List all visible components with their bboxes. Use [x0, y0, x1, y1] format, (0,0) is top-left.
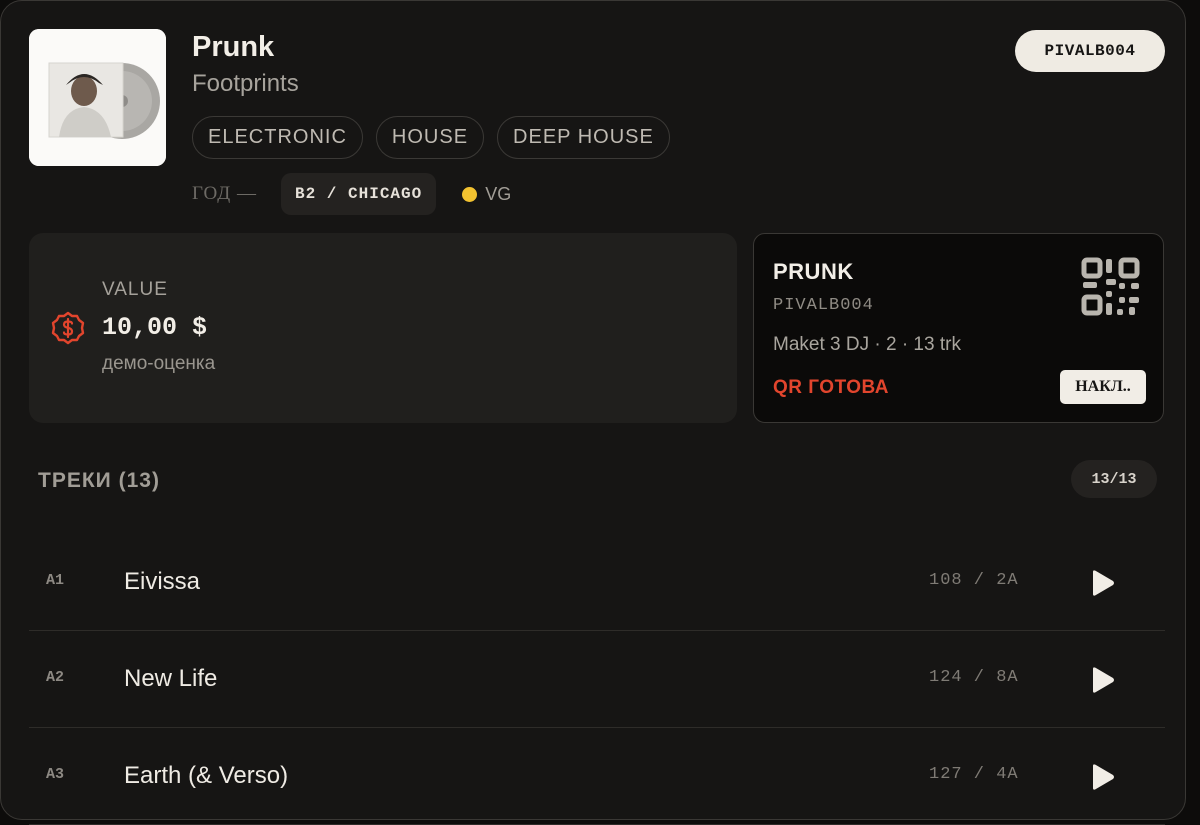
tracks-heading: ТРЕКИ (13): [38, 469, 160, 492]
dollar-coin-icon: [51, 311, 85, 345]
value-note: демо-оценка: [102, 353, 216, 374]
track-list: A1 Eivissa 108 / 2A A2 New Life 124 / 8A…: [29, 534, 1165, 825]
qr-code-icon: [1081, 257, 1140, 316]
condition-indicator: VG: [462, 184, 511, 205]
release-card: Prunk Footprints PIVALB004 ELECTRONIC HO…: [0, 0, 1186, 825]
genre-tag[interactable]: ELECTRONIC: [192, 116, 363, 159]
track-bpm-key: 108 / 2A: [929, 571, 1019, 590]
qr-status: QR ГОТОВА: [773, 377, 889, 398]
track-position: A2: [46, 669, 65, 686]
album-cover-image: [29, 29, 166, 166]
value-amount: 10,00 $: [102, 313, 208, 342]
label-artist: PRUNK: [773, 259, 854, 284]
album-cover[interactable]: [29, 29, 166, 166]
track-title: Eivissa: [124, 568, 201, 595]
condition-dot-icon: [462, 186, 478, 202]
track-row[interactable]: A1 Eivissa 108 / 2A: [29, 534, 1165, 631]
track-title: Earth (& Verso): [124, 762, 289, 789]
release-meta: ГОД — B2 / CHICAGO VG: [192, 173, 511, 215]
genre-tag[interactable]: DEEP HOUSE: [497, 116, 670, 159]
track-position: A1: [46, 572, 65, 589]
label-description: Maket 3 DJ · 2 · 13 trk: [773, 334, 961, 355]
value-label: VALUE: [102, 279, 168, 300]
track-bpm-key: 124 / 8A: [929, 668, 1019, 687]
condition-grade: VG: [485, 183, 512, 204]
track-bpm-key: 127 / 4A: [929, 765, 1019, 784]
record-label-badge[interactable]: B2 / CHICAGO: [281, 173, 437, 215]
play-icon[interactable]: [1087, 762, 1117, 792]
album-title: Footprints: [192, 70, 299, 97]
label-catalog: PIVALB004: [773, 296, 874, 315]
label-preview-card[interactable]: PRUNK PIVALB004 Maket 3 DJ · 2 · 13 trk …: [753, 233, 1164, 423]
genre-tags: ELECTRONIC HOUSE DEEP HOUSE: [192, 116, 670, 159]
play-icon[interactable]: [1087, 568, 1117, 598]
track-title: New Life: [124, 665, 218, 692]
play-icon[interactable]: [1087, 665, 1117, 695]
artist-name: Prunk: [192, 31, 275, 63]
print-label-button[interactable]: НАКЛ..: [1060, 370, 1146, 404]
value-panel: VALUE 10,00 $ демо-оценка: [29, 233, 737, 423]
catalog-number-badge[interactable]: PIVALB004: [1015, 30, 1165, 72]
track-row[interactable]: A3 Earth (& Verso) 127 / 4A: [29, 728, 1165, 825]
tracks-count-badge: 13/13: [1071, 460, 1157, 498]
track-position: A3: [46, 766, 65, 783]
year-label: ГОД —: [192, 183, 257, 204]
track-row[interactable]: A2 New Life 124 / 8A: [29, 631, 1165, 728]
genre-tag[interactable]: HOUSE: [375, 116, 485, 159]
